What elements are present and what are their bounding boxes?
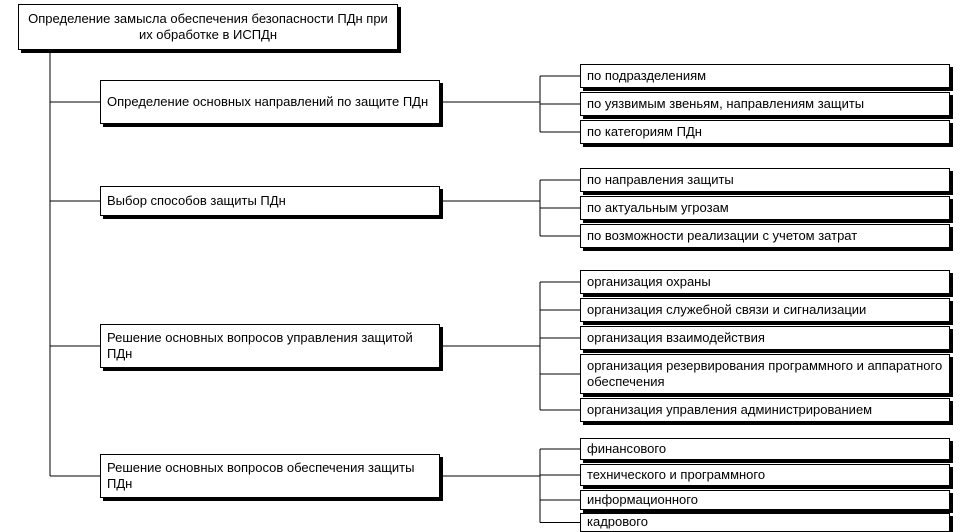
- root-box: Определение замысла обеспечения безопасн…: [18, 4, 398, 50]
- branch-0-item-0: по подразделениям: [580, 64, 950, 88]
- branch-1-item-0: по направления защиты: [580, 168, 950, 192]
- branch-1-item-2: по возможности реализации с учетом затра…: [580, 224, 950, 248]
- branch-3-item-2: информационного: [580, 490, 950, 510]
- branch-0-item-2: по категориям ПДн: [580, 120, 950, 144]
- diagram-root: Определение замысла обеспечения безопасн…: [0, 0, 973, 532]
- branch-0-box: Определение основных направлений по защи…: [100, 80, 440, 124]
- branch-2-item-4: организация управления администрирование…: [580, 398, 950, 422]
- branch-3-box: Решение основных вопросов обеспечения за…: [100, 454, 440, 498]
- branch-1-item-1: по актуальным угрозам: [580, 196, 950, 220]
- branch-2-item-0: организация охраны: [580, 270, 950, 294]
- branch-0-item-1: по уязвимым звеньям, направлениям защиты: [580, 92, 950, 116]
- branch-2-item-3: организация резервирования программного …: [580, 354, 950, 394]
- branch-3-item-1: технического и программного: [580, 464, 950, 486]
- branch-3-item-3: кадрового: [580, 513, 950, 532]
- branch-2-item-1: организация служебной связи и сигнализац…: [580, 298, 950, 322]
- branch-2-item-2: организация взаимодействия: [580, 326, 950, 350]
- branch-3-item-0: финансового: [580, 438, 950, 460]
- branch-2-box: Решение основных вопросов управления защ…: [100, 324, 440, 368]
- branch-1-box: Выбор способов защиты ПДн: [100, 186, 440, 216]
